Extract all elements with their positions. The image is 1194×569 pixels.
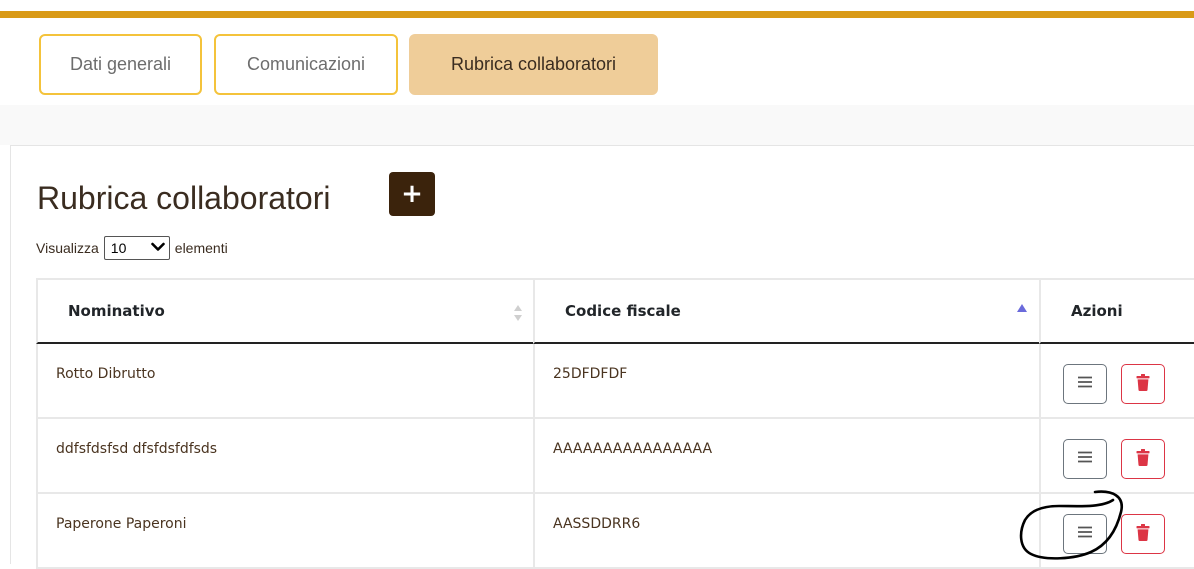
trash-icon bbox=[1136, 523, 1150, 545]
tab-label: Dati generali bbox=[69, 54, 172, 74]
page-length-select[interactable]: 10 bbox=[103, 236, 170, 260]
column-header-codice-fiscale[interactable]: Codice fiscale bbox=[533, 278, 1041, 344]
cell-codice-fiscale: AAAAAAAAAAAAAAAA bbox=[535, 419, 1041, 494]
length-menu: Visualizza 10 elementi bbox=[36, 235, 228, 261]
chevron-down-icon bbox=[150, 241, 165, 255]
cell-codice-fiscale: AASSDDRR6 bbox=[535, 494, 1041, 569]
top-accent-bar bbox=[0, 11, 1194, 18]
tab-dati-generali[interactable]: Dati generali bbox=[39, 34, 202, 95]
sort-icon bbox=[513, 304, 523, 322]
table-row: ddfsfdsfsd dfsfdsfdfsds AAAAAAAAAAAAAAAA bbox=[36, 419, 1194, 494]
cell-nominativo: Paperone Paperoni bbox=[36, 494, 535, 569]
column-header-azioni: Azioni bbox=[1039, 278, 1194, 344]
details-button[interactable] bbox=[1063, 439, 1107, 479]
cell-azioni bbox=[1041, 494, 1194, 569]
cell-nominativo: ddfsfdsfsd dfsfdsfdfsds bbox=[36, 419, 535, 494]
menu-lines-icon bbox=[1077, 526, 1093, 542]
menu-lines-icon bbox=[1077, 451, 1093, 467]
cell-azioni bbox=[1041, 344, 1194, 419]
details-button[interactable] bbox=[1063, 364, 1107, 404]
column-header-label: Nominativo bbox=[68, 302, 165, 320]
length-suffix: elementi bbox=[174, 240, 228, 256]
details-button[interactable] bbox=[1063, 514, 1107, 554]
menu-lines-icon bbox=[1077, 376, 1093, 392]
table-row: Paperone Paperoni AASSDDRR6 bbox=[36, 494, 1194, 569]
tab-label: Rubrica collaboratori bbox=[450, 54, 617, 74]
add-collaborator-button[interactable]: + bbox=[389, 172, 435, 216]
table-row: Rotto Dibrutto 25DFDFDF bbox=[36, 344, 1194, 419]
page-length-value: 10 bbox=[110, 240, 127, 256]
column-header-nominativo[interactable]: Nominativo bbox=[36, 278, 535, 344]
page-title: Rubrica collaboratori bbox=[37, 180, 331, 216]
cell-codice-fiscale: 25DFDFDF bbox=[535, 344, 1041, 419]
column-header-label: Azioni bbox=[1071, 302, 1123, 320]
tab-rubrica-collaboratori[interactable]: Rubrica collaboratori bbox=[409, 34, 658, 95]
column-header-label: Codice fiscale bbox=[565, 302, 681, 320]
delete-button[interactable] bbox=[1121, 364, 1165, 404]
cell-azioni bbox=[1041, 419, 1194, 494]
trash-icon bbox=[1136, 373, 1150, 395]
section-band bbox=[0, 105, 1194, 145]
plus-icon: + bbox=[401, 179, 423, 209]
delete-button[interactable] bbox=[1121, 514, 1165, 554]
trash-icon bbox=[1136, 448, 1150, 470]
delete-button[interactable] bbox=[1121, 439, 1165, 479]
collaborators-table: Nominativo Codice fiscale Azioni Rotto D… bbox=[36, 278, 1194, 569]
cell-nominativo: Rotto Dibrutto bbox=[36, 344, 535, 419]
tab-label: Comunicazioni bbox=[246, 54, 366, 74]
tab-comunicazioni[interactable]: Comunicazioni bbox=[214, 34, 398, 95]
sort-asc-icon bbox=[1017, 304, 1027, 315]
length-prefix: Visualizza bbox=[36, 240, 99, 256]
